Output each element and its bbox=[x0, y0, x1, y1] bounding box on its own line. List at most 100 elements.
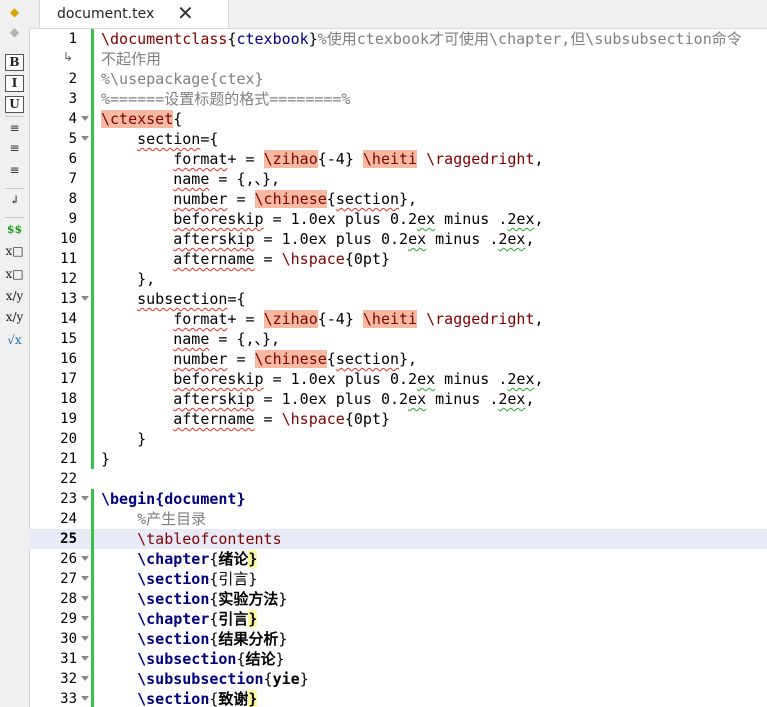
syntax-token: \hspace bbox=[281, 250, 345, 268]
code-text: \tableofcontents bbox=[101, 529, 282, 549]
code-line[interactable]: 14 format+ = \zihao{-4} \heiti \raggedri… bbox=[29, 309, 767, 329]
fold-toggle-icon[interactable] bbox=[81, 116, 89, 121]
code-line[interactable]: 6 format+ = \zihao{-4} \heiti \raggedrig… bbox=[29, 149, 767, 169]
fold-toggle-icon[interactable] bbox=[81, 656, 89, 661]
code-line[interactable]: 16 number = \chinese{section}, bbox=[29, 349, 767, 369]
syntax-token: \begin bbox=[101, 490, 156, 508]
fold-toggle-icon[interactable] bbox=[81, 696, 89, 701]
align-center-icon[interactable]: ≡ bbox=[5, 140, 24, 157]
code-line[interactable]: 7 name = {,、}, bbox=[29, 169, 767, 189]
comment-token: %\usepackage{ctex} bbox=[101, 70, 264, 88]
code-line[interactable]: 33 \section{致谢} bbox=[29, 689, 767, 707]
fold-toggle-icon[interactable] bbox=[81, 596, 89, 601]
subscript-icon[interactable]: x□ bbox=[5, 243, 24, 260]
code-line[interactable]: 20 } bbox=[29, 429, 767, 449]
code-line[interactable]: 26 \chapter{绪论} bbox=[29, 549, 767, 569]
fraction-icon[interactable]: x/y bbox=[5, 288, 24, 305]
line-number: 2 bbox=[68, 71, 77, 87]
code-editor[interactable]: 1 \documentclass{ctexbook}%使用ctexbook才可使用… bbox=[29, 28, 767, 707]
fold-toggle-icon[interactable] bbox=[81, 576, 89, 581]
fold-toggle-icon[interactable] bbox=[81, 556, 89, 561]
syntax-token: \chapter bbox=[137, 550, 210, 568]
code-line[interactable]: 22 bbox=[29, 469, 767, 489]
line-number: 6 bbox=[68, 151, 77, 167]
syntax-token: 引言 bbox=[218, 610, 249, 628]
fold-toggle-icon[interactable] bbox=[81, 636, 89, 641]
text-token: { bbox=[263, 670, 273, 688]
text-token: {0pt} bbox=[344, 250, 390, 268]
back-arrow-icon[interactable]: ◆ bbox=[5, 4, 24, 21]
code-line[interactable]: 2 %\usepackage{ctex} bbox=[29, 69, 767, 89]
code-line[interactable]: 10 afterskip = 1.0ex plus 0.2ex minus .2… bbox=[29, 229, 767, 249]
line-number: 26 bbox=[60, 551, 77, 567]
comment-token: %使用ctexbook才可使用\chapter,但\subsubsection命… bbox=[317, 30, 742, 48]
bold-button-icon[interactable]: B bbox=[5, 54, 24, 71]
syntax-token: ex bbox=[408, 230, 427, 248]
code-line[interactable]: 30 \section{结果分析} bbox=[29, 629, 767, 649]
code-line[interactable]: 11 aftername = \hspace{0pt} bbox=[29, 249, 767, 269]
code-line[interactable]: 4 \ctexset{ bbox=[29, 109, 767, 129]
italic-button-icon[interactable]: I bbox=[5, 75, 24, 92]
line-number: 8 bbox=[68, 191, 77, 207]
syntax-token: format bbox=[173, 150, 228, 168]
change-marker bbox=[91, 189, 94, 209]
fold-toggle-icon[interactable] bbox=[81, 496, 89, 501]
code-line[interactable]: 21} bbox=[29, 449, 767, 469]
superscript-icon[interactable]: x□ bbox=[5, 266, 24, 283]
code-line[interactable]: 8 number = \chinese{section}, bbox=[29, 189, 767, 209]
dfrac-icon[interactable]: x/y bbox=[5, 309, 24, 326]
code-line[interactable]: 15 name = {,、}, bbox=[29, 329, 767, 349]
forward-arrow-icon[interactable]: ◆ bbox=[5, 24, 24, 41]
code-text: afterskip = 1.0ex plus 0.2ex minus .2ex, bbox=[101, 389, 534, 409]
tab-document-tex[interactable]: document.tex ✕ bbox=[39, 0, 229, 28]
code-line[interactable]: 28 \section{实验方法} bbox=[29, 589, 767, 609]
fold-toggle-icon[interactable] bbox=[81, 676, 89, 681]
text-token: , bbox=[534, 210, 544, 228]
text-token: = {,、}, bbox=[209, 170, 281, 188]
code-line[interactable]: 23 \begin{document} bbox=[29, 489, 767, 509]
line-number: 11 bbox=[60, 251, 77, 267]
code-line[interactable]: 31 \subsection{结论} bbox=[29, 649, 767, 669]
code-line[interactable]: 5 section={ bbox=[29, 129, 767, 149]
toolbar-separator bbox=[5, 116, 24, 117]
fold-toggle-icon[interactable] bbox=[81, 136, 89, 141]
code-line[interactable]: 18 afterskip = 1.0ex plus 0.2ex minus .2… bbox=[29, 389, 767, 409]
text-token: } bbox=[278, 630, 288, 648]
fold-toggle-icon[interactable] bbox=[81, 616, 89, 621]
syntax-token: section bbox=[335, 190, 400, 208]
sqrt-icon[interactable]: √x bbox=[5, 332, 24, 349]
fold-toggle-icon[interactable] bbox=[81, 296, 89, 301]
code-line[interactable]: 19 aftername = \hspace{0pt} bbox=[29, 409, 767, 429]
code-line[interactable]: 25 \tableofcontents bbox=[29, 529, 767, 549]
align-right-icon[interactable]: ≡ bbox=[5, 162, 24, 179]
code-line[interactable]: 24 %产生目录 bbox=[29, 509, 767, 529]
tab-title: document.tex bbox=[57, 6, 155, 22]
code-line[interactable]: ↳ 不起作用 bbox=[29, 49, 767, 69]
code-line[interactable]: 29 \chapter{引言} bbox=[29, 609, 767, 629]
code-line[interactable]: 32 \subsubsection{yie} bbox=[29, 669, 767, 689]
code-line[interactable]: 12 }, bbox=[29, 269, 767, 289]
change-marker bbox=[91, 69, 94, 89]
syntax-token: \section bbox=[137, 570, 210, 588]
newline-icon[interactable]: ↲ bbox=[5, 192, 24, 209]
syntax-token: { bbox=[155, 490, 165, 508]
close-icon[interactable]: ✕ bbox=[177, 2, 194, 24]
code-line[interactable]: 3 %======设置标题的格式========% bbox=[29, 89, 767, 109]
syntax-token: beforeskip bbox=[173, 210, 264, 228]
text-token: minus . bbox=[435, 370, 508, 388]
line-number: 27 bbox=[60, 571, 77, 587]
code-text: \chapter{绪论} bbox=[101, 549, 258, 569]
code-text: } bbox=[101, 449, 110, 469]
align-left-icon[interactable]: ≡ bbox=[5, 120, 24, 137]
code-line[interactable]: 9 beforeskip = 1.0ex plus 0.2ex minus .2… bbox=[29, 209, 767, 229]
math-mode-icon[interactable]: $$ bbox=[5, 221, 24, 238]
code-line[interactable]: 17 beforeskip = 1.0ex plus 0.2ex minus .… bbox=[29, 369, 767, 389]
code-line[interactable]: 27 \section{引言} bbox=[29, 569, 767, 589]
change-marker bbox=[91, 509, 94, 529]
underline-button-icon[interactable]: U bbox=[5, 96, 24, 113]
code-line[interactable]: 1 \documentclass{ctexbook}%使用ctexbook才可使用… bbox=[29, 29, 767, 49]
code-line[interactable]: 13 subsection={ bbox=[29, 289, 767, 309]
